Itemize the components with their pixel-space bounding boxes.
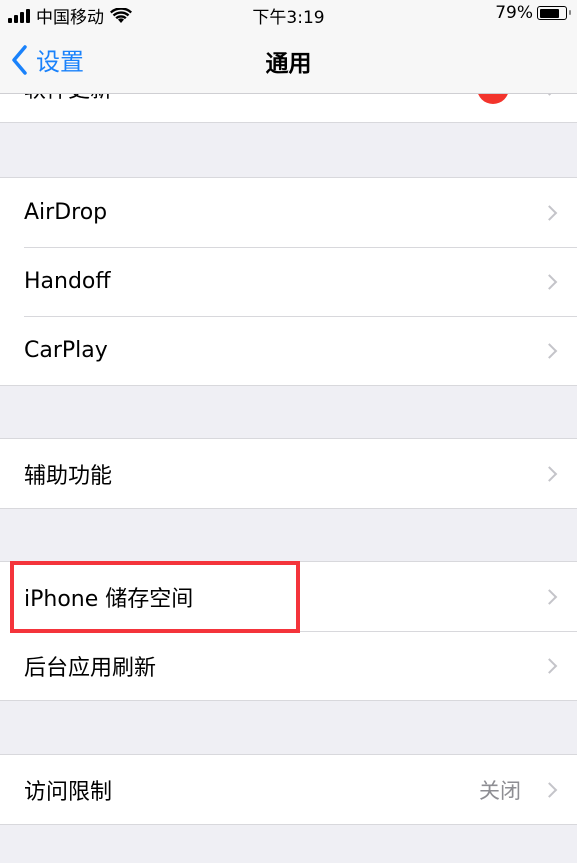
- chevron-right-icon: [541, 273, 558, 290]
- group-connectivity: AirDrop Handoff CarPlay: [0, 177, 577, 386]
- page-title: 通用: [265, 51, 312, 77]
- status-bar: 中国移动 下午3:19 79%: [0, 0, 577, 30]
- row-label: 辅助功能: [24, 463, 113, 489]
- battery-icon: [537, 6, 571, 20]
- chevron-right-icon: [541, 588, 558, 605]
- group-storage: iPhone 储存空间 后台应用刷新: [0, 561, 577, 701]
- row-carplay[interactable]: CarPlay: [0, 316, 577, 385]
- chevron-right-icon: [541, 342, 558, 359]
- row-label: AirDrop: [24, 200, 108, 225]
- row-label: iPhone 储存空间: [24, 586, 194, 612]
- row-handoff[interactable]: Handoff: [0, 247, 577, 316]
- row-label: Handoff: [24, 269, 111, 294]
- row-airdrop[interactable]: AirDrop: [0, 178, 577, 247]
- group-restrictions: 访问限制 关闭: [0, 754, 577, 825]
- row-label: 后台应用刷新: [24, 655, 157, 681]
- row-iphone-storage[interactable]: iPhone 储存空间: [0, 562, 577, 631]
- chevron-right-icon: [541, 657, 558, 674]
- row-accessibility[interactable]: 辅助功能: [0, 439, 577, 508]
- clock: 下午3:19: [252, 8, 325, 28]
- chevron-right-icon: [541, 781, 558, 798]
- chevron-right-icon: [541, 465, 558, 482]
- navigation-bar: 设置 通用: [0, 30, 577, 94]
- battery-percent: 79%: [495, 3, 533, 23]
- row-value: 关闭: [479, 778, 521, 803]
- row-label: CarPlay: [24, 338, 108, 363]
- group-accessibility: 辅助功能: [0, 438, 577, 509]
- chevron-right-icon: [541, 204, 558, 221]
- row-label: 访问限制: [24, 779, 113, 805]
- row-restrictions[interactable]: 访问限制 关闭: [0, 755, 577, 824]
- row-background-refresh[interactable]: 后台应用刷新: [0, 631, 577, 700]
